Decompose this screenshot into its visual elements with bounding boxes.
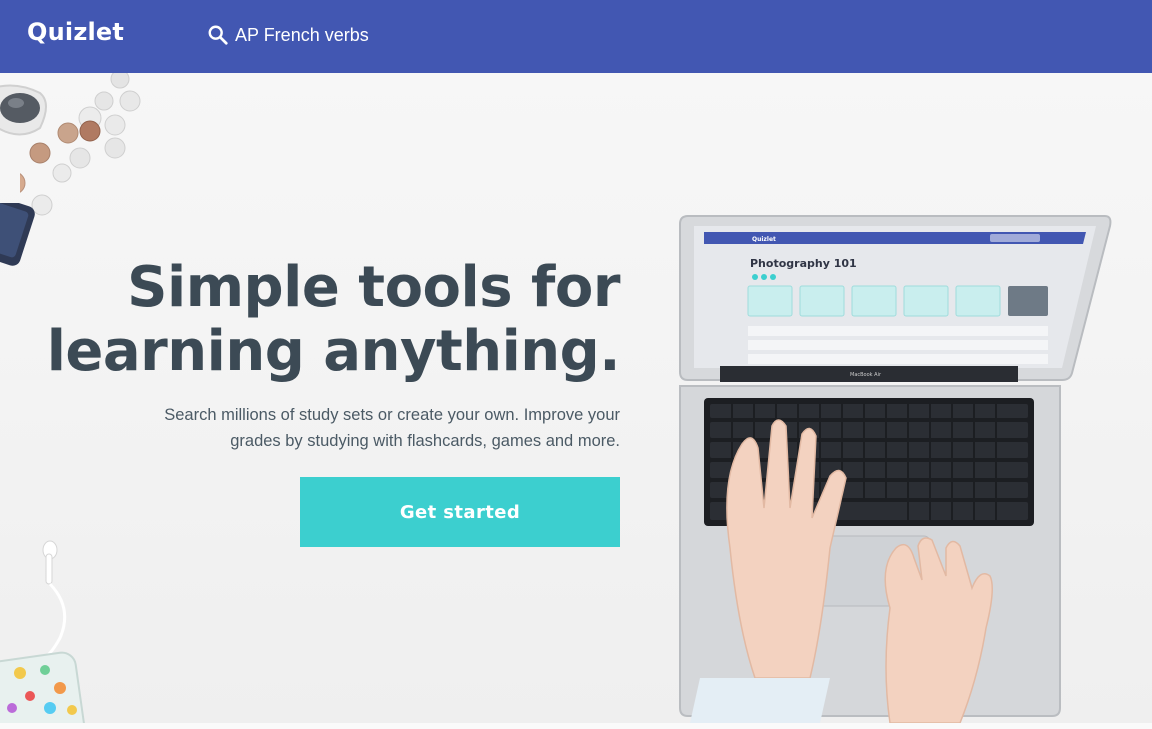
search-input[interactable] bbox=[235, 24, 495, 46]
description-line-2: grades by studying with flashcards, game… bbox=[230, 432, 620, 450]
phone-case-image bbox=[0, 651, 86, 723]
search-bar[interactable] bbox=[207, 20, 507, 50]
get-started-button[interactable]: Get started bbox=[300, 477, 620, 547]
quizlet-logo[interactable]: Quizlet bbox=[27, 18, 124, 46]
page-bottom-strip bbox=[0, 723, 1152, 729]
coins-image bbox=[20, 73, 141, 216]
earbud-image bbox=[42, 540, 67, 658]
hero-headline: Simple tools for learning anything. bbox=[46, 255, 621, 384]
description-line-1: Search millions of study sets or create … bbox=[164, 406, 620, 424]
headline-line-1: Simple tools for bbox=[127, 255, 620, 320]
screen-set-title: Photography 101 bbox=[750, 257, 857, 270]
headline-line-2: learning anything. bbox=[46, 319, 621, 384]
top-navigation-bar: Quizlet bbox=[0, 0, 1152, 73]
hero-description: Search millions of study sets or create … bbox=[150, 402, 620, 454]
laptop-image: Quizlet Photography 101 MacBook Air bbox=[679, 215, 1112, 723]
search-icon bbox=[208, 25, 228, 45]
phone-image bbox=[0, 203, 35, 266]
hero-section: Simple tools for learning anything. Sear… bbox=[0, 73, 1152, 723]
laptop-label: MacBook Air bbox=[850, 372, 882, 378]
screen-brand-text: Quizlet bbox=[752, 236, 776, 243]
